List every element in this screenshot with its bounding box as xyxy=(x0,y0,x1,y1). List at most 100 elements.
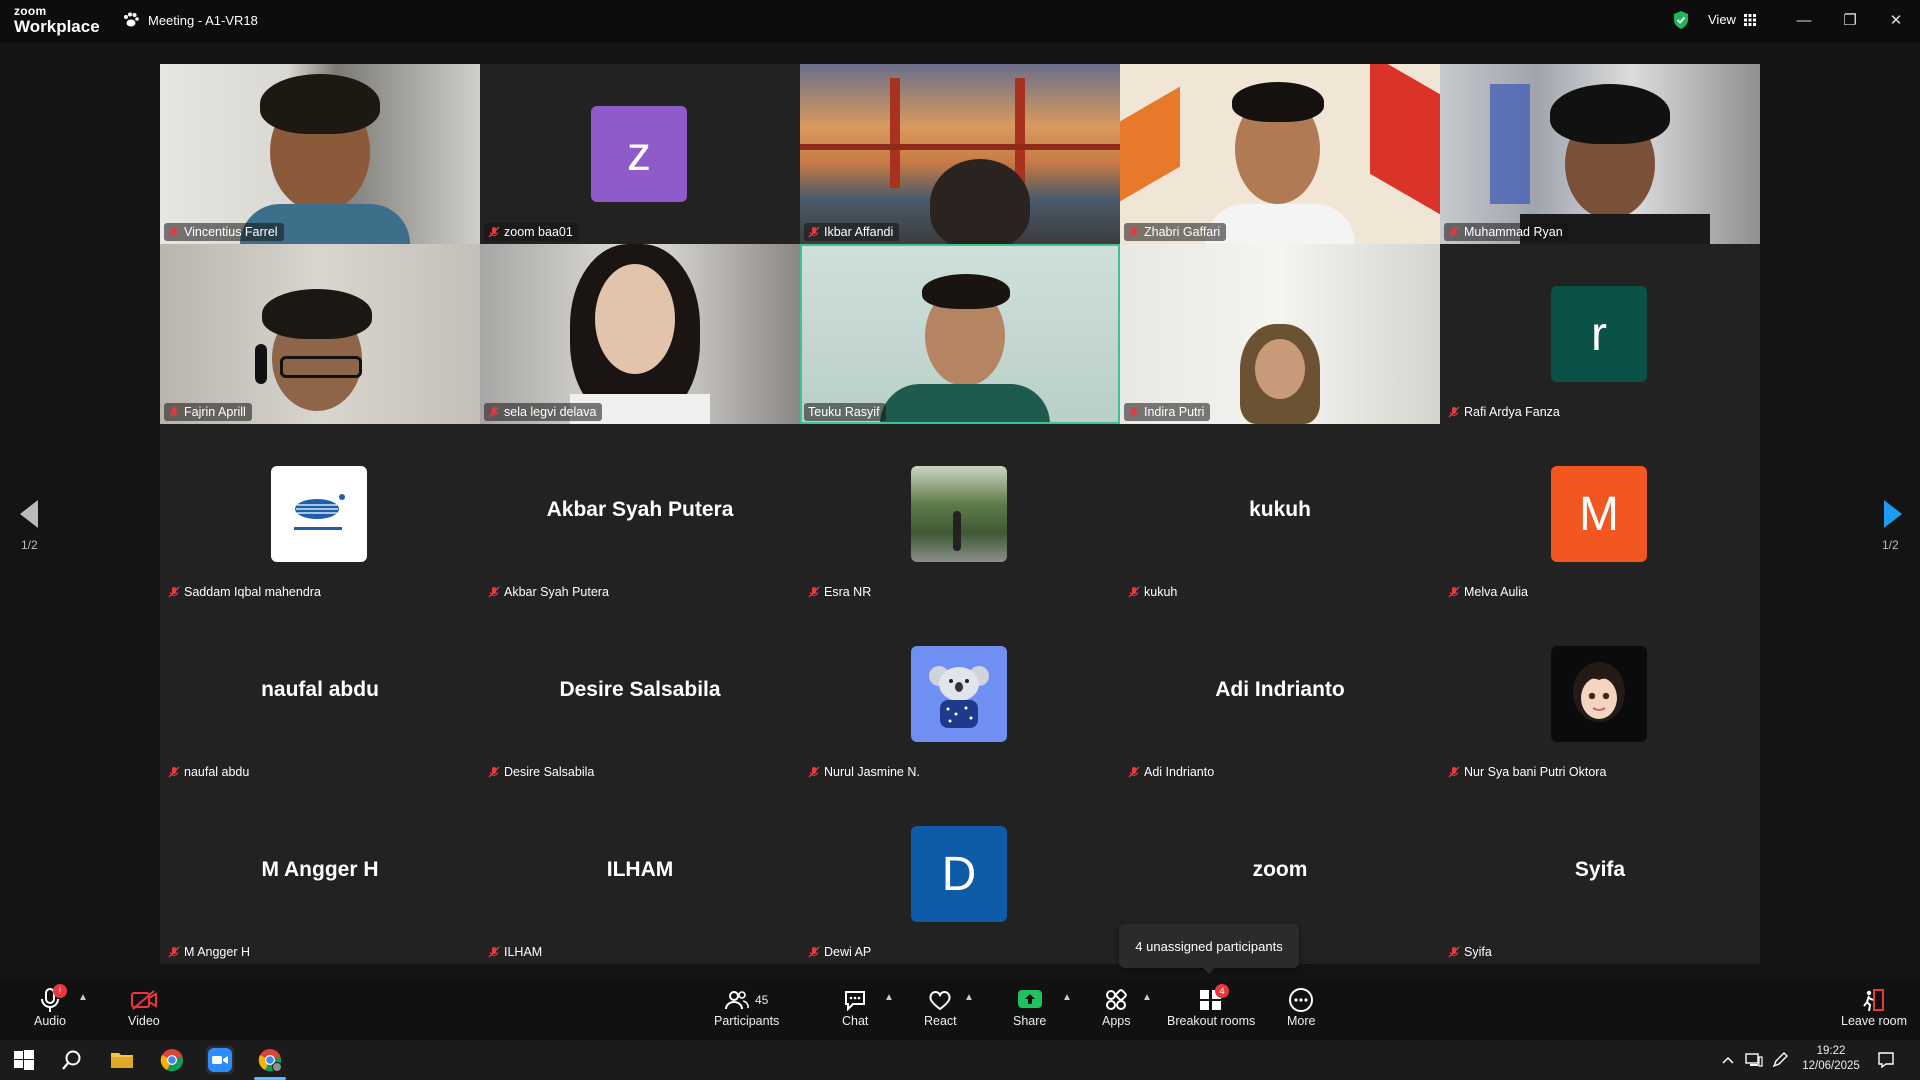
share-options-chevron-up-icon[interactable]: ▲ xyxy=(1062,992,1072,1003)
participant-video xyxy=(1120,64,1440,244)
participants-button[interactable]: 45 Participants xyxy=(714,986,779,1028)
participant-name-label: Nurul Jasmine N. xyxy=(804,763,926,781)
participant-tile[interactable]: Ikbar Affandi xyxy=(800,64,1120,244)
participant-tile[interactable]: kukuh kukuh xyxy=(1120,424,1440,604)
windows-start-icon[interactable] xyxy=(10,1046,38,1074)
chat-options-chevron-up-icon[interactable]: ▲ xyxy=(884,992,894,1003)
restore-button[interactable]: ❐ xyxy=(1838,8,1862,32)
minimize-button[interactable]: — xyxy=(1792,8,1816,32)
next-page-icon[interactable] xyxy=(1872,494,1912,534)
chat-icon xyxy=(845,991,866,1011)
file-explorer-icon[interactable] xyxy=(108,1046,136,1074)
participant-name-label: ILHAM xyxy=(484,943,548,961)
participant-display-name: Adi Indrianto xyxy=(1215,678,1345,701)
participant-tile[interactable]: z zoom baa01 xyxy=(480,64,800,244)
participant-tile[interactable]: naufal abdu naufal abdu xyxy=(160,604,480,784)
participant-tile[interactable]: Zhabri Gaffari xyxy=(1120,64,1440,244)
participant-tile[interactable]: M Angger H M Angger H xyxy=(160,784,480,964)
video-button[interactable]: Video xyxy=(128,986,160,1028)
participant-tile[interactable]: Muhammad Ryan xyxy=(1440,64,1760,244)
leave-room-button[interactable]: Leave room xyxy=(1841,986,1907,1028)
participant-display-name: Akbar Syah Putera xyxy=(546,498,734,521)
chat-button[interactable]: Chat xyxy=(842,986,868,1028)
network-icon[interactable] xyxy=(1740,1046,1768,1074)
participant-tile[interactable]: Fajrin Aprill xyxy=(160,244,480,424)
participant-tile[interactable]: Adi Indrianto Adi Indrianto xyxy=(1120,604,1440,784)
audio-alert-badge: ! xyxy=(52,984,67,998)
koala-avatar xyxy=(911,646,1007,742)
show-hidden-icons-chevron-up-icon[interactable] xyxy=(1714,1046,1742,1074)
audio-button[interactable]: ! Audio xyxy=(34,984,67,1028)
participant-tile[interactable]: Vincentius Farrel xyxy=(160,64,480,244)
participant-tile[interactable]: Saddam Iqbal mahendra xyxy=(160,424,480,604)
participant-tile[interactable]: Syifa Syifa xyxy=(1440,784,1760,964)
chrome-icon[interactable] xyxy=(158,1046,186,1074)
audio-options-chevron-up-icon[interactable]: ▲ xyxy=(78,992,88,1003)
participant-name-label: Fajrin Aprill xyxy=(164,403,252,421)
participant-avatar: z xyxy=(591,106,687,202)
pen-icon[interactable] xyxy=(1766,1046,1794,1074)
apps-options-chevron-up-icon[interactable]: ▲ xyxy=(1142,992,1152,1003)
muted-microphone-icon xyxy=(1448,586,1460,598)
leave-room-icon xyxy=(1863,989,1884,1012)
participant-tile[interactable]: M Melva Aulia xyxy=(1440,424,1760,604)
participant-name-label: Rafi Ardya Fanza xyxy=(1444,403,1566,421)
meeting-toolbar: ! Audio ▲ Video 45 Participants Chat ▲ R… xyxy=(0,980,1920,1040)
participant-video xyxy=(800,244,1120,424)
participant-name-label: Syifa xyxy=(1444,943,1498,961)
muted-microphone-icon xyxy=(808,946,820,958)
apps-icon xyxy=(1106,989,1128,1010)
breakout-rooms-button[interactable]: 4 Breakout rooms xyxy=(1167,984,1255,1028)
participant-video xyxy=(1120,244,1440,424)
memoji-avatar xyxy=(1551,646,1647,742)
muted-microphone-icon xyxy=(1128,226,1140,238)
participants-icon xyxy=(724,991,749,1010)
notification-center-icon[interactable] xyxy=(1872,1046,1900,1074)
close-button[interactable]: ✕ xyxy=(1884,8,1908,32)
windows-taskbar: 19:22 12/06/2025 xyxy=(0,1040,1920,1080)
participant-video xyxy=(480,244,800,424)
chrome-profile-icon[interactable] xyxy=(256,1046,284,1074)
system-clock[interactable]: 19:22 12/06/2025 xyxy=(1800,1044,1862,1074)
participant-name-label: sela legvi delava xyxy=(484,403,603,421)
participant-tile[interactable]: Nur Sya bani Putri Oktora xyxy=(1440,604,1760,784)
participant-tile[interactable]: Desire Salsabila Desire Salsabila xyxy=(480,604,800,784)
participant-tile[interactable]: sela legvi delava xyxy=(480,244,800,424)
zoom-taskbar-icon[interactable] xyxy=(206,1046,234,1074)
participant-name-label: Dewi AP xyxy=(804,943,877,961)
title-bar: zoom Workplace Meeting - A1-VR18 View — … xyxy=(0,0,1920,42)
more-button[interactable]: More xyxy=(1287,986,1315,1028)
participant-tile[interactable]: Akbar Syah Putera Akbar Syah Putera xyxy=(480,424,800,604)
participant-display-name: M Angger H xyxy=(261,858,379,881)
participant-tile[interactable]: ILHAM ILHAM xyxy=(480,784,800,964)
sucofindo-logo-avatar xyxy=(271,466,367,562)
share-button[interactable]: Share xyxy=(1013,986,1046,1028)
participant-display-name: Desire Salsabila xyxy=(559,678,721,701)
participant-name-label: Adi Indrianto xyxy=(1124,763,1220,781)
participant-tile[interactable]: Indira Putri xyxy=(1120,244,1440,424)
meeting-title[interactable]: Meeting - A1-VR18 xyxy=(122,12,258,28)
paw-icon xyxy=(124,12,139,27)
search-icon[interactable] xyxy=(58,1046,86,1074)
participant-tile[interactable]: Nurul Jasmine N. xyxy=(800,604,1120,784)
participant-display-name: Syifa xyxy=(1574,858,1626,881)
muted-microphone-icon xyxy=(168,406,180,418)
participant-tile[interactable]: r Rafi Ardya Fanza xyxy=(1440,244,1760,424)
participant-name-label: Vincentius Farrel xyxy=(164,223,284,241)
participant-tile[interactable]: D Dewi AP xyxy=(800,784,1120,964)
react-options-chevron-up-icon[interactable]: ▲ xyxy=(964,992,974,1003)
participant-video xyxy=(160,244,480,424)
participant-tile[interactable]: Esra NR xyxy=(800,424,1120,604)
previous-page-icon[interactable] xyxy=(10,494,50,534)
participant-tile-active-speaker[interactable]: Teuku Rasyif xyxy=(800,244,1120,424)
muted-microphone-icon xyxy=(488,226,500,238)
golden-gate-background xyxy=(800,64,1120,244)
view-button[interactable]: View xyxy=(1708,12,1756,27)
participant-name-label: Saddam Iqbal mahendra xyxy=(164,583,327,601)
participant-avatar: M xyxy=(1551,466,1647,562)
react-button[interactable]: React xyxy=(924,986,957,1028)
participant-display-name: ILHAM xyxy=(606,858,674,881)
apps-button[interactable]: Apps xyxy=(1102,986,1131,1028)
muted-microphone-icon xyxy=(168,946,180,958)
encryption-shield-icon[interactable] xyxy=(1672,10,1690,35)
